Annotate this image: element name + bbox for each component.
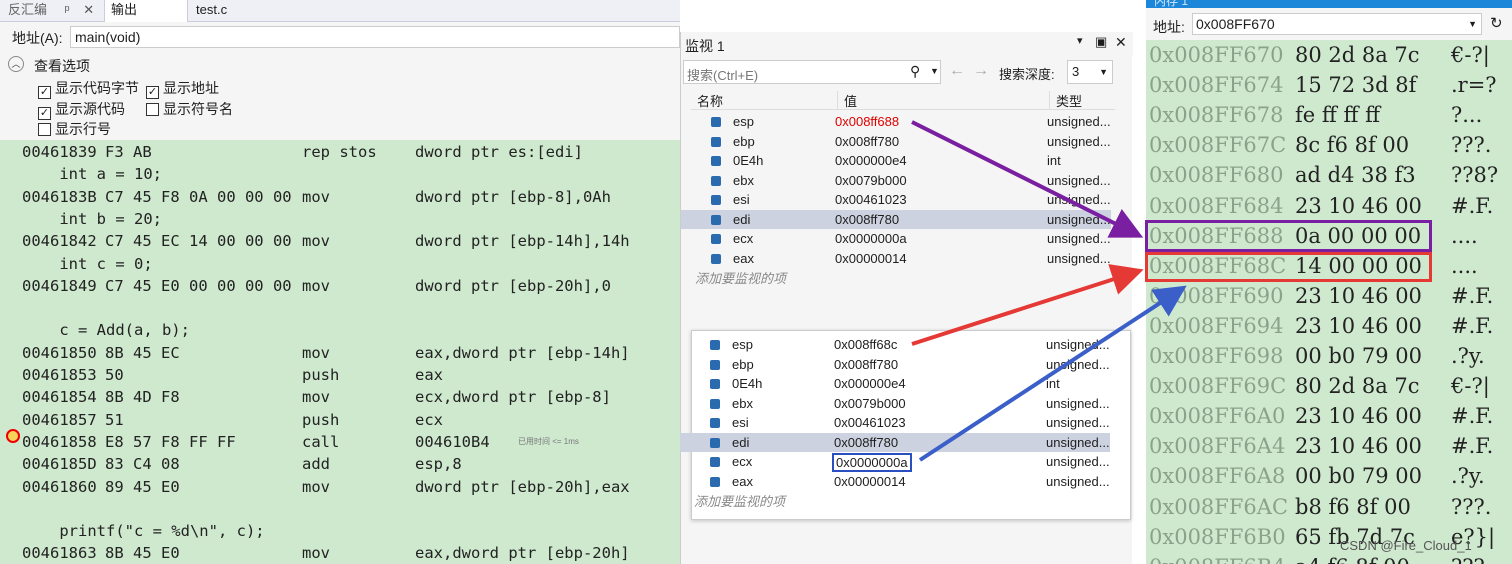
annotation-arrows bbox=[911, 120, 1187, 462]
blue-arrow bbox=[918, 285, 1187, 462]
purple-arrow bbox=[911, 120, 1144, 238]
red-arrow bbox=[911, 264, 1144, 346]
